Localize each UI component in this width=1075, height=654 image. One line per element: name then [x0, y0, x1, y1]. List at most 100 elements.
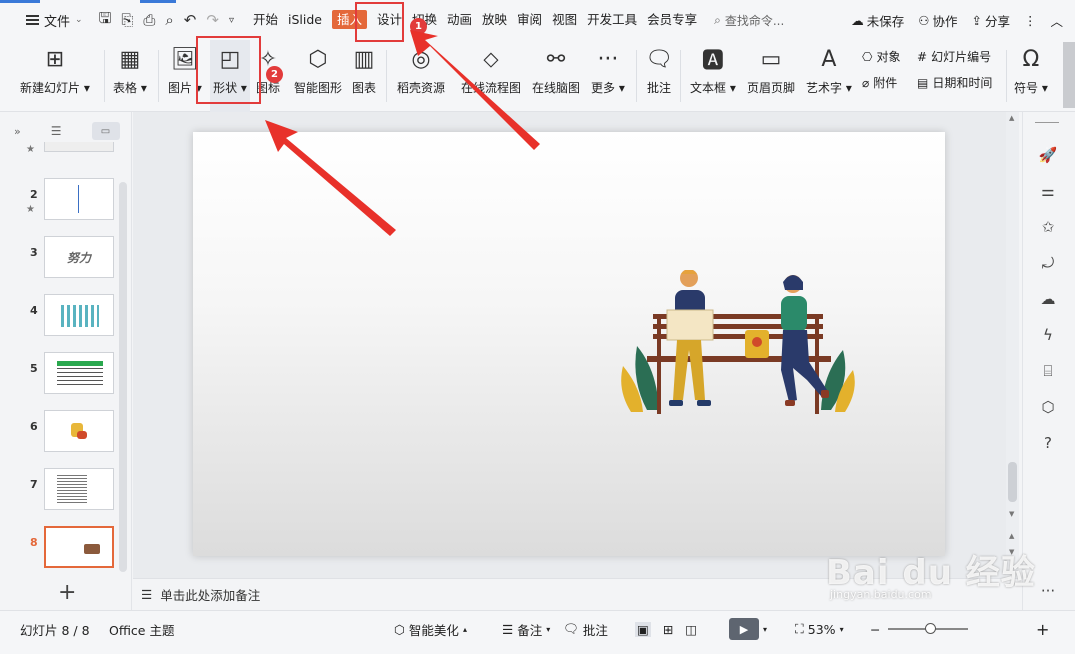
- slide-number-button[interactable]: # 幻灯片编号: [917, 48, 991, 65]
- current-slide[interactable]: [193, 132, 945, 556]
- undo-icon[interactable]: ↶: [184, 11, 197, 29]
- expand-panel-icon[interactable]: »: [14, 125, 21, 138]
- window-accent-line: [0, 0, 40, 3]
- textbox-button[interactable]: 🅰 文本框 ▾: [690, 40, 736, 112]
- tab-slideshow[interactable]: 放映: [477, 0, 512, 40]
- table-button[interactable]: ▦ 表格 ▾: [113, 40, 147, 112]
- print-preview-icon[interactable]: ⌕: [165, 11, 173, 29]
- notes-toggle[interactable]: ☰ 备注 ▾: [502, 611, 550, 647]
- more-button[interactable]: ··· 更多 ▾: [591, 40, 625, 112]
- collapse-ribbon-icon[interactable]: ︿: [1050, 11, 1063, 30]
- file-menu[interactable]: 文件 ⌄: [0, 0, 93, 40]
- more-dots-icon[interactable]: ···: [1037, 580, 1059, 602]
- scrollbar-thumb[interactable]: [1008, 462, 1017, 502]
- redo-icon[interactable]: ↷: [206, 11, 219, 29]
- window-accent-line: [140, 0, 176, 3]
- thumbnail-slide-7[interactable]: 7: [0, 468, 118, 512]
- transition-icon[interactable]: ⤾: [1037, 252, 1059, 274]
- thumbnail-scrollbar[interactable]: [119, 182, 127, 572]
- more-label: 更多 ▾: [591, 81, 625, 95]
- slide-sorter-icon[interactable]: ⊞: [663, 622, 673, 637]
- outline-view-icon[interactable]: ☰: [51, 124, 62, 138]
- new-slide-button[interactable]: ⊞ 新建幻灯片 ▾: [20, 40, 90, 112]
- header-footer-button[interactable]: ▭ 页眉页脚: [747, 40, 795, 112]
- tab-review[interactable]: 审阅: [512, 0, 547, 40]
- thumbnail-slide-4[interactable]: 4: [0, 294, 118, 338]
- tab-member[interactable]: 会员专享: [642, 0, 702, 40]
- thumbnail-slide-8[interactable]: 8: [0, 526, 118, 570]
- normal-view-icon[interactable]: ▣: [635, 621, 651, 637]
- smart-beautify-button[interactable]: ⬡ 智能美化 ▴: [394, 611, 467, 647]
- hamburger-icon: [26, 15, 39, 25]
- zoom-in-icon[interactable]: +: [1036, 611, 1049, 647]
- ribbon-scrollbar[interactable]: [1063, 42, 1075, 108]
- thumbnail-text: 努力: [66, 250, 91, 265]
- theme-name[interactable]: Office 主题: [109, 611, 174, 647]
- symbol-button[interactable]: Ω 符号 ▾: [1014, 40, 1048, 112]
- lightning-icon[interactable]: ϟ: [1037, 324, 1059, 346]
- unsaved-status[interactable]: ☁ 未保存: [851, 11, 904, 30]
- canvas-scrollbar[interactable]: ▲ ▼ ▲ ▼: [1006, 112, 1019, 578]
- comment-icon: 🗨: [563, 621, 579, 636]
- datetime-button[interactable]: ▤ 日期和时间: [917, 74, 992, 91]
- thumbnail-image: [44, 178, 114, 220]
- tab-animations[interactable]: 动画: [442, 0, 477, 40]
- prev-slide-icon[interactable]: ▲: [1009, 532, 1014, 540]
- scroll-up-icon[interactable]: ▲: [1009, 114, 1014, 122]
- export-pdf-icon[interactable]: ⎘: [121, 11, 133, 29]
- comments-toggle[interactable]: 🗨 批注: [563, 611, 608, 647]
- customize-dropdown-icon[interactable]: ▿: [229, 15, 234, 26]
- tab-home[interactable]: 开始: [248, 0, 283, 40]
- collab-button[interactable]: ⚇ 协作: [918, 11, 957, 30]
- settings-sliders-icon[interactable]: ⚌: [1037, 180, 1059, 202]
- share-button[interactable]: ⇪ 分享: [971, 11, 1010, 30]
- flowchart-button[interactable]: ⬦ 在线流程图: [461, 40, 521, 112]
- tab-developer[interactable]: 开发工具: [582, 0, 642, 40]
- slide-number: 4: [30, 304, 38, 317]
- cloud-sync-icon[interactable]: ☁: [1037, 288, 1059, 310]
- ribbon-tabs: 开始 iSlide 插入 设计 切换 动画 放映 审阅 视图 开发工具 会员专享: [248, 0, 702, 40]
- thumbnail-slide-1[interactable]: ★: [0, 142, 118, 178]
- thumbnail-slide-5[interactable]: 5: [0, 352, 118, 396]
- bench-illustration[interactable]: [617, 270, 857, 440]
- print-icon[interactable]: ⎙: [143, 11, 155, 29]
- more-menu-icon[interactable]: ⋮: [1024, 13, 1037, 28]
- new-slide-icon: ⊞: [45, 46, 65, 72]
- zoom-slider[interactable]: −: [870, 611, 969, 647]
- attachment-button[interactable]: ⌀ 附件: [862, 74, 897, 91]
- comment-button[interactable]: 🗨 批注: [645, 40, 673, 112]
- cube-icon[interactable]: ⬡: [1037, 396, 1059, 418]
- chart-button[interactable]: ▥ 图表: [352, 40, 376, 112]
- object-button[interactable]: ⎔ 对象: [862, 48, 901, 65]
- reading-view-icon[interactable]: ◫: [685, 622, 697, 637]
- thumbnail-view-button[interactable]: ▭: [91, 122, 120, 140]
- command-search[interactable]: ⌕ 查找命令...: [714, 12, 784, 29]
- resource-label: 稻壳资源: [397, 81, 446, 95]
- thumbnail-slide-2[interactable]: 2 ★: [0, 178, 118, 222]
- scroll-down-icon[interactable]: ▼: [1009, 510, 1014, 518]
- zoom-control[interactable]: ⛶ 53% ▾: [795, 611, 844, 647]
- fit-window-icon[interactable]: ⛶: [795, 621, 804, 637]
- search-placeholder: 查找命令...: [724, 13, 785, 28]
- zoom-out-icon[interactable]: −: [870, 622, 880, 637]
- slide-counter: 幻灯片 8 / 8: [20, 622, 90, 638]
- smartart-button[interactable]: ⬡ 智能图形: [294, 40, 342, 112]
- zoom-track[interactable]: [888, 623, 969, 634]
- mindmap-button[interactable]: ⚯ 在线脑图: [532, 40, 580, 112]
- tab-islide[interactable]: iSlide: [283, 0, 327, 40]
- resource-button[interactable]: ◎ 稻壳资源: [397, 40, 445, 112]
- thumbnail-slide-3[interactable]: 3 努力: [0, 236, 118, 280]
- add-slide-icon[interactable]: +: [58, 580, 76, 605]
- sidebar-handle[interactable]: [1035, 122, 1059, 123]
- rocket-icon[interactable]: 🚀: [1037, 144, 1059, 166]
- menu-bar: 文件 ⌄ 🖫 ⎘ ⎙ ⌕ ↶ ↷ ▿ 开始 iSlide 插入 设计 切换 动画…: [0, 0, 1075, 40]
- star-outline-icon[interactable]: ✩: [1037, 216, 1059, 238]
- wordart-button[interactable]: A 艺术字 ▾: [806, 40, 852, 112]
- zoom-knob[interactable]: [925, 623, 937, 634]
- tab-view[interactable]: 视图: [547, 0, 582, 40]
- play-slideshow-button[interactable]: ▶ ▾: [729, 611, 767, 647]
- thumbnail-slide-6[interactable]: 6: [0, 410, 118, 454]
- book-search-icon[interactable]: ⌸: [1037, 360, 1059, 382]
- help-icon[interactable]: ?: [1037, 432, 1059, 454]
- save-icon[interactable]: 🖫: [99, 8, 112, 33]
